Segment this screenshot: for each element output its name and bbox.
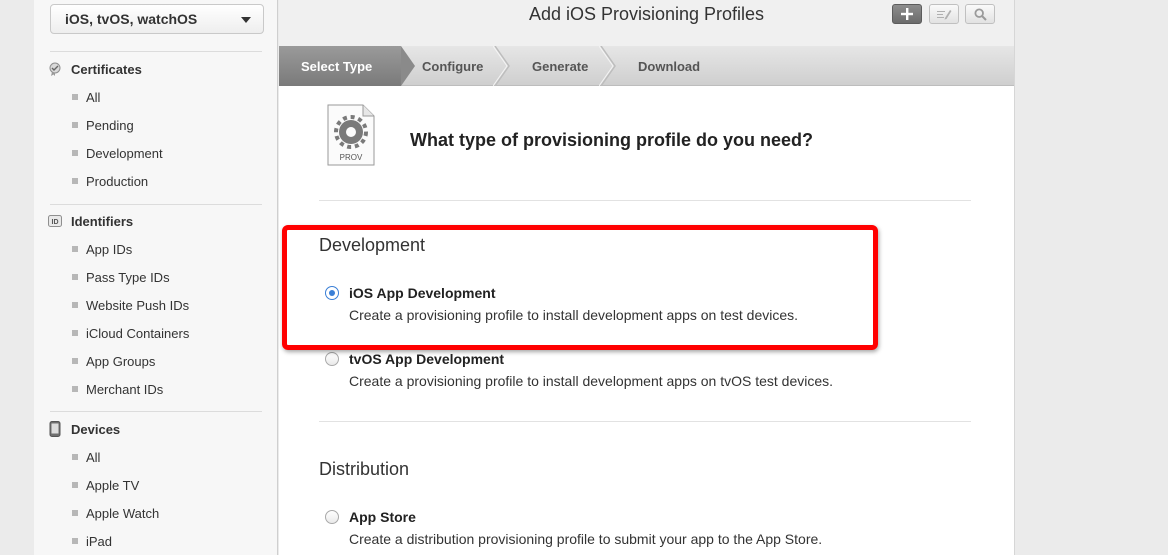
step-arrow [401, 46, 415, 86]
edit-icon [937, 10, 952, 20]
sidebar-item-label: iCloud Containers [86, 325, 190, 341]
bullet-icon [72, 454, 78, 460]
provisioning-profile-icon: PROV [327, 104, 375, 166]
option-desc-app-store: Create a distribution provisioning profi… [349, 531, 823, 547]
sidebar-divider [50, 411, 262, 412]
option-title-ios-app-development[interactable]: iOS App Development [349, 285, 496, 301]
sidebar-item-certificates-development[interactable]: Development [72, 144, 163, 162]
sidebar-item-pass-type-ids[interactable]: Pass Type IDs [72, 268, 170, 286]
bullet-icon [72, 94, 78, 100]
step-bar: Select Type Configure Generate Download [279, 46, 1014, 86]
question-heading: What type of provisioning profile do you… [410, 130, 813, 150]
right-gutter [1014, 0, 1168, 555]
id-icon: ID [48, 214, 62, 228]
sidebar-item-ipad[interactable]: iPad [72, 532, 112, 550]
step-configure: Configure [422, 46, 483, 86]
sidebar: iOS, tvOS, watchOS Certificates All Pend… [34, 0, 278, 555]
add-button[interactable] [892, 4, 922, 24]
step-chevron-icon [599, 46, 616, 86]
bullet-icon [72, 510, 78, 516]
sidebar-item-label: All [86, 89, 101, 105]
sidebar-divider [50, 204, 262, 205]
gear-icon [334, 115, 368, 149]
bullet-icon [72, 302, 78, 308]
device-icon [48, 421, 62, 437]
platform-select-label: iOS, tvOS, watchOS [65, 11, 198, 27]
step-label: Generate [532, 58, 589, 74]
sidebar-heading-identifiers[interactable]: ID Identifiers [48, 211, 133, 231]
chevron-down-icon [241, 17, 251, 23]
bullet-icon [72, 358, 78, 364]
bullet-icon [72, 178, 78, 184]
bullet-icon [72, 150, 78, 156]
radio-ios-app-development[interactable] [325, 286, 339, 300]
plus-icon [901, 8, 913, 20]
sidebar-item-label: App IDs [86, 241, 133, 257]
option-title-tvos-app-development[interactable]: tvOS App Development [349, 351, 504, 367]
step-generate: Generate [532, 46, 588, 86]
radio-app-store[interactable] [325, 510, 339, 524]
sidebar-item-apple-watch[interactable]: Apple Watch [72, 504, 159, 522]
divider [319, 200, 971, 201]
bullet-icon [72, 274, 78, 280]
certificate-icon [48, 62, 62, 76]
id-icon-text: ID [52, 219, 59, 226]
sidebar-item-label: Pending [86, 117, 134, 133]
sidebar-item-label: Production [86, 173, 149, 189]
sidebar-item-label: Merchant IDs [86, 381, 164, 397]
step-download: Download [638, 46, 700, 86]
left-gutter [0, 0, 34, 555]
development-heading: Development [319, 235, 426, 255]
step-label: Configure [422, 58, 484, 74]
radio-tvos-app-development[interactable] [325, 352, 339, 366]
bullet-icon [72, 538, 78, 544]
sidebar-item-merchant-ids[interactable]: Merchant IDs [72, 380, 163, 398]
sidebar-item-certificates-production[interactable]: Production [72, 172, 148, 190]
distribution-heading: Distribution [319, 459, 410, 479]
sidebar-item-devices-all[interactable]: All [72, 448, 100, 466]
sidebar-heading-label: Identifiers [71, 213, 134, 229]
platform-select[interactable]: iOS, tvOS, watchOS [50, 4, 264, 34]
sidebar-item-label: Website Push IDs [86, 297, 190, 313]
sidebar-item-certificates-all[interactable]: All [72, 88, 100, 106]
bullet-icon [72, 122, 78, 128]
bullet-icon [72, 482, 78, 488]
sidebar-item-icloud-containers[interactable]: iCloud Containers [72, 324, 189, 342]
sidebar-item-label: iPad [86, 533, 113, 549]
sidebar-item-app-groups[interactable]: App Groups [72, 352, 155, 370]
provisioning-icon-label: PROV [340, 153, 363, 162]
sidebar-heading-label: Certificates [71, 61, 142, 77]
bullet-icon [72, 386, 78, 392]
sidebar-heading-devices[interactable]: Devices [48, 419, 120, 439]
step-select-type: Select Type [279, 46, 401, 86]
sidebar-item-label: Apple TV [86, 477, 140, 493]
sidebar-item-label: Apple Watch [86, 505, 160, 521]
sidebar-heading-certificates[interactable]: Certificates [48, 59, 142, 79]
sidebar-item-apple-tv[interactable]: Apple TV [72, 476, 139, 494]
step-label: Download [638, 58, 701, 74]
step-chevron-icon [493, 46, 510, 86]
sidebar-heading-label: Devices [71, 421, 121, 437]
header-bar: Add iOS Provisioning Profiles [279, 0, 1014, 46]
sidebar-item-label: Development [86, 145, 163, 161]
search-icon [973, 7, 987, 21]
sidebar-item-label: Pass Type IDs [86, 269, 170, 285]
step-label: Select Type [301, 58, 373, 74]
option-desc-tvos-app-development: Create a provisioning profile to install… [349, 373, 834, 389]
divider [319, 421, 971, 422]
sidebar-item-label: App Groups [86, 353, 156, 369]
option-title-app-store[interactable]: App Store [349, 509, 416, 525]
bullet-icon [72, 330, 78, 336]
edit-button[interactable] [929, 4, 959, 24]
sidebar-item-app-ids[interactable]: App IDs [72, 240, 132, 258]
bullet-icon [72, 246, 78, 252]
search-button[interactable] [965, 4, 995, 24]
sidebar-item-certificates-pending[interactable]: Pending [72, 116, 134, 134]
sidebar-item-label: All [86, 449, 101, 465]
sidebar-divider [50, 51, 262, 52]
option-desc-ios-app-development: Create a provisioning profile to install… [349, 307, 799, 323]
sidebar-item-website-push-ids[interactable]: Website Push IDs [72, 296, 189, 314]
